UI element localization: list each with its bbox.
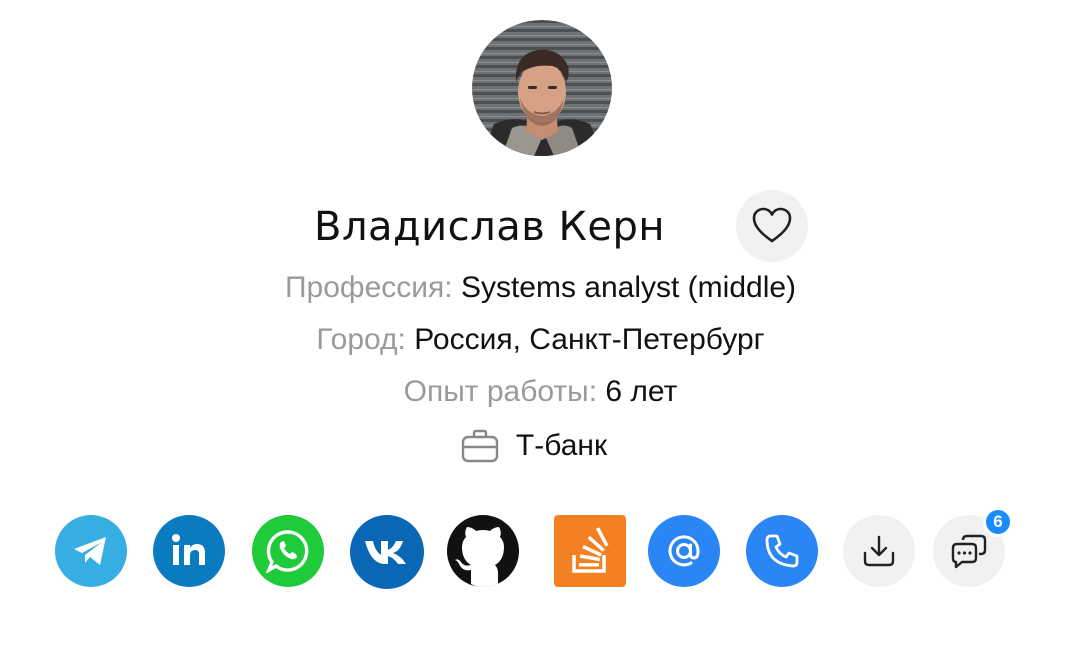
name-row: Владислав Керн bbox=[0, 190, 1081, 270]
heart-icon bbox=[751, 206, 793, 247]
linkedin-button[interactable] bbox=[153, 515, 225, 587]
experience-line: Опыт работы: 6 лет bbox=[0, 375, 1081, 409]
github-button[interactable] bbox=[447, 515, 519, 587]
phone-icon bbox=[762, 531, 802, 571]
city-value: Россия, Санкт-Петербург bbox=[414, 323, 765, 356]
vk-button[interactable] bbox=[350, 515, 424, 589]
city-label: Город: bbox=[316, 323, 406, 356]
profession-line: Профессия: Systems analyst (middle) bbox=[0, 271, 1081, 305]
company-line: Т-банк bbox=[0, 428, 1081, 464]
linkedin-icon bbox=[169, 531, 209, 571]
experience-value: 6 лет bbox=[605, 375, 678, 408]
city-line: Город: Россия, Санкт-Петербург bbox=[0, 323, 1081, 357]
chat-bubbles-icon bbox=[948, 530, 990, 572]
whatsapp-icon bbox=[265, 528, 311, 574]
experience-label: Опыт работы: bbox=[403, 375, 598, 408]
github-icon bbox=[446, 514, 520, 588]
whatsapp-button[interactable] bbox=[252, 515, 324, 587]
at-sign-icon bbox=[664, 531, 704, 571]
download-button[interactable] bbox=[843, 515, 915, 587]
comments-button[interactable]: 6 bbox=[933, 507, 1013, 587]
favorite-button[interactable] bbox=[736, 190, 808, 262]
email-button[interactable] bbox=[648, 515, 720, 587]
profession-label: Профессия: bbox=[284, 271, 453, 304]
avatar bbox=[472, 20, 612, 156]
vk-icon bbox=[363, 537, 411, 567]
stackoverflow-icon bbox=[568, 527, 612, 575]
company-name: Т-банк bbox=[515, 429, 608, 462]
download-icon bbox=[859, 531, 899, 571]
telegram-button[interactable] bbox=[55, 515, 127, 587]
phone-button[interactable] bbox=[746, 515, 818, 587]
social-links: 6 bbox=[55, 507, 1015, 589]
briefcase-icon bbox=[460, 428, 500, 464]
profession-value: Systems analyst (middle) bbox=[460, 271, 797, 304]
comments-count-badge: 6 bbox=[983, 507, 1013, 537]
telegram-icon bbox=[71, 534, 111, 568]
stackoverflow-button[interactable] bbox=[554, 515, 626, 587]
profile-name: Владислав Керн bbox=[314, 204, 666, 250]
